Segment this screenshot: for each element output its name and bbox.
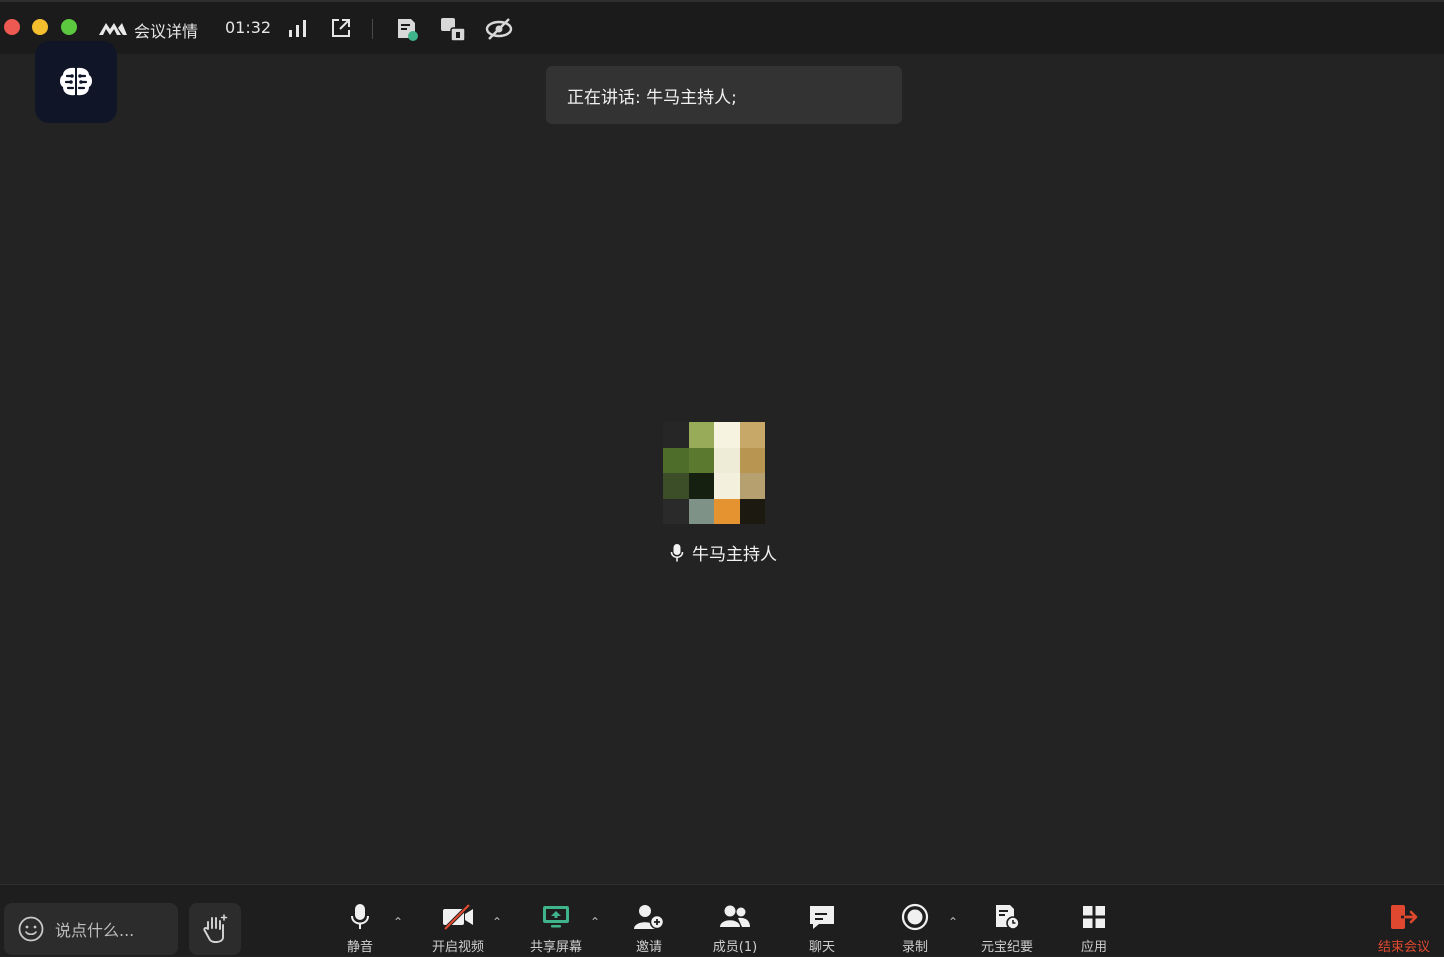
- avatar-pixel: [739, 447, 765, 473]
- avatar-pixel: [714, 473, 740, 499]
- avatar-pixel: [663, 498, 689, 524]
- ai-assistant-button[interactable]: [35, 41, 117, 123]
- chat-placeholder: 说点什么...: [55, 921, 135, 940]
- video-options-caret[interactable]: ⌃: [492, 916, 502, 928]
- end-meeting-label: 结束会议: [1377, 940, 1430, 955]
- translate-icon[interactable]: [439, 16, 467, 48]
- avatar-pixel: [739, 422, 765, 448]
- chat-icon: [810, 906, 834, 929]
- avatar-pixel: [714, 422, 740, 448]
- avatar-pixel: [663, 473, 689, 499]
- record-icon: [901, 903, 929, 931]
- invite-button[interactable]: 邀请: [614, 903, 684, 957]
- invite-label: 邀请: [635, 940, 662, 955]
- share-options-caret[interactable]: ⌃: [590, 916, 600, 928]
- meeting-notes-icon: [996, 905, 1020, 930]
- mute-label: 静音: [346, 940, 373, 955]
- minimize-window-button[interactable]: [32, 19, 48, 35]
- share-screen-icon: [543, 906, 569, 928]
- brain-icon: [60, 67, 92, 96]
- avatar-pixel: [739, 473, 765, 499]
- record-options-caret[interactable]: ⌃: [948, 916, 958, 928]
- participant-label: 牛马主持人: [670, 540, 777, 565]
- meeting-details-link[interactable]: 会议详情: [134, 18, 198, 42]
- participant-name: 牛马主持人: [692, 545, 777, 565]
- audio-options-caret[interactable]: ⌃: [393, 916, 403, 928]
- toolbar-divider: [372, 19, 373, 39]
- meeting-toolbar: 说点什么... 静音 ⌃ 开启视频 ⌃ 共享屏幕 ⌃ 邀请 成员(1) 聊天 录…: [0, 884, 1444, 956]
- avatar-pixel: [739, 498, 765, 524]
- participant-avatar: [663, 422, 765, 524]
- hide-view-icon[interactable]: [484, 16, 514, 46]
- apps-label: 应用: [1080, 940, 1107, 955]
- signal-strength-icon[interactable]: [287, 16, 309, 44]
- meeting-timer: 01:32: [225, 18, 272, 37]
- members-icon: [720, 905, 750, 927]
- notes-document-icon[interactable]: [394, 16, 420, 46]
- avatar-pixel: [663, 422, 689, 448]
- avatar-pixel: [688, 422, 714, 448]
- start-video-button[interactable]: 开启视频: [423, 903, 493, 957]
- active-speaker-banner: 正在讲话: 牛马主持人;: [546, 66, 902, 124]
- quick-chat-input[interactable]: 说点什么...: [4, 903, 178, 955]
- raise-hand-button[interactable]: [189, 903, 241, 955]
- record-label: 录制: [901, 940, 928, 955]
- microphone-icon: [670, 543, 684, 561]
- members-button[interactable]: 成员(1): [700, 903, 770, 957]
- invite-user-icon: [634, 905, 665, 930]
- microphone-icon: [351, 904, 369, 929]
- avatar-pixel: [688, 498, 714, 524]
- end-meeting-button[interactable]: 结束会议: [1369, 903, 1439, 957]
- pop-out-icon[interactable]: [329, 16, 353, 44]
- emoji-icon[interactable]: [17, 915, 45, 943]
- meeting-notes-button[interactable]: 元宝纪要: [972, 903, 1042, 957]
- maximize-window-button[interactable]: [61, 19, 77, 35]
- meeting-logo-icon: [98, 19, 128, 43]
- avatar-pixel: [714, 498, 740, 524]
- chat-label: 聊天: [808, 940, 835, 955]
- raise-hand-icon: [203, 914, 228, 943]
- share-screen-button[interactable]: 共享屏幕: [521, 903, 591, 957]
- avatar-pixel: [688, 447, 714, 473]
- leave-meeting-icon: [1391, 905, 1418, 929]
- mute-button[interactable]: 静音: [325, 903, 395, 957]
- title-bar: 会议详情 01:32: [0, 0, 1444, 54]
- apps-button[interactable]: 应用: [1059, 903, 1129, 957]
- meeting-notes-label: 元宝纪要: [980, 940, 1033, 955]
- avatar-pixel: [688, 473, 714, 499]
- share-screen-label: 共享屏幕: [529, 940, 582, 955]
- chat-button[interactable]: 聊天: [787, 903, 857, 957]
- members-label: 成员(1): [712, 940, 758, 955]
- apps-icon: [1083, 906, 1105, 928]
- record-button[interactable]: 录制: [880, 903, 950, 957]
- close-window-button[interactable]: [4, 19, 20, 35]
- video-label: 开启视频: [431, 940, 484, 955]
- video-off-icon: [443, 903, 473, 931]
- avatar-pixel: [714, 447, 740, 473]
- avatar-pixel: [663, 447, 689, 473]
